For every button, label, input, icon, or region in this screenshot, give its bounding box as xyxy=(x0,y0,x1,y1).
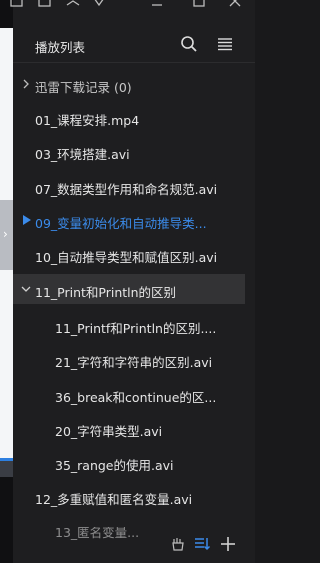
playlist-item-label: 10_自动推导类型和赋值区别.avi xyxy=(35,250,218,265)
playlist-item-label: 20_字符串类型.avi xyxy=(55,424,163,439)
playlist-item-label: 01_课程安排.mp4 xyxy=(35,113,140,128)
playlist-item-label: 11_Printf和Println的区别.... xyxy=(55,321,217,336)
add-icon[interactable] xyxy=(219,535,237,553)
header-divider xyxy=(13,62,255,63)
playlist-item-label: 07_数据类型作用和命名规范.avi xyxy=(35,182,218,197)
playlist-subitem[interactable]: 36_break和continue的区... xyxy=(13,380,245,408)
playlist-item-now-playing[interactable]: 09_变量初始化和自动推导类... xyxy=(13,206,245,234)
chevron-right-icon xyxy=(23,79,29,89)
playlist-item-label: 09_变量初始化和自动推导类... xyxy=(35,216,207,231)
playlist-toolbar xyxy=(13,527,255,563)
playlist-item[interactable]: 10_自动推导类型和赋值区别.avi xyxy=(13,240,245,268)
chevron-right-icon: › xyxy=(3,227,8,241)
group-label: 迅雷下载记录 (0) xyxy=(35,80,132,95)
minimize-icon[interactable] xyxy=(149,0,165,9)
playlist-subitem[interactable]: 11_Printf和Println的区别.... xyxy=(13,311,245,339)
control-bar-edge xyxy=(0,461,13,477)
chevron-down-icon xyxy=(21,286,31,292)
playlist-scrollbar[interactable] xyxy=(247,70,253,530)
window-titlebar xyxy=(10,0,255,14)
list-menu-icon[interactable] xyxy=(215,34,235,54)
playlist-panel: 播放列表 迅雷下载记录 (0) 01_课程安排.mp4 03_环境搭建.avi … xyxy=(10,0,255,563)
playlist-subitem[interactable]: 35_range的使用.avi xyxy=(13,448,245,476)
search-icon[interactable] xyxy=(179,34,199,54)
collapse-panel-handle[interactable]: › xyxy=(0,200,13,270)
folder-label: 11_Print和Println的区别 xyxy=(35,285,177,300)
playlist-item-label: 21_字符和字符串的区别.avi xyxy=(55,355,213,370)
playlist-item[interactable]: 03_环境搭建.avi xyxy=(13,137,245,165)
playlist-title: 播放列表 xyxy=(35,40,86,55)
playlist-header: 播放列表 xyxy=(13,28,255,60)
skin-icon[interactable] xyxy=(91,0,107,9)
pin-icon[interactable] xyxy=(37,0,53,9)
group-thunder-downloads[interactable]: 迅雷下载记录 (0) xyxy=(13,70,245,98)
close-icon[interactable] xyxy=(227,0,243,9)
mini-mode-icon[interactable] xyxy=(9,0,25,9)
clean-icon[interactable] xyxy=(169,535,187,553)
playlist-item-label: 36_break和continue的区... xyxy=(55,390,217,405)
play-indicator-icon xyxy=(23,215,31,225)
playlist-subitem[interactable]: 20_字符串类型.avi xyxy=(13,414,245,442)
maximize-icon[interactable] xyxy=(191,0,207,9)
sort-icon[interactable] xyxy=(193,535,211,553)
list-fade xyxy=(13,505,245,527)
playlist-subitem[interactable]: 21_字符和字符串的区别.avi xyxy=(13,345,245,373)
playlist-item-label: 03_环境搭建.avi xyxy=(35,147,130,162)
playlist-item[interactable]: 07_数据类型作用和命名规范.avi xyxy=(13,172,245,200)
folder-row[interactable]: 11_Print和Println的区别 xyxy=(13,274,245,304)
share-icon[interactable] xyxy=(65,0,81,9)
playlist-item[interactable]: 01_课程安排.mp4 xyxy=(13,103,245,131)
playlist-item-label: 35_range的使用.avi xyxy=(55,458,174,473)
video-area-edge: › xyxy=(0,0,13,563)
